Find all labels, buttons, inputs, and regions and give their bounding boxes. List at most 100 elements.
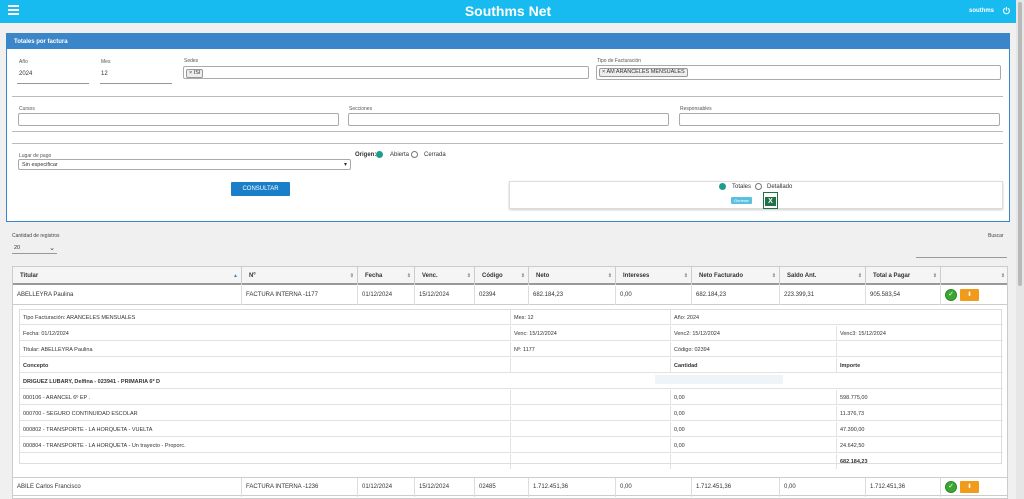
col-fecha[interactable]: Fecha ⇕: [358, 267, 415, 285]
records-label: Cantidad de registros: [12, 233, 60, 239]
search-input[interactable]: [916, 257, 1007, 258]
divider: [12, 143, 1003, 144]
col-venc[interactable]: Venc. ⇕: [415, 267, 475, 285]
mes-input[interactable]: 12: [101, 71, 108, 77]
consultar-button[interactable]: CONSULTAR: [231, 182, 290, 196]
search-label: Buscar: [988, 233, 1004, 239]
detail-total: 682.184,23: [840, 459, 868, 465]
origen-abierta-label: Abierta: [390, 152, 410, 158]
tipo-facturacion-chip[interactable]: × AM ARANCELES MENSUALES: [599, 68, 688, 77]
item-cantidad: 0,00: [671, 438, 837, 453]
detail-alumno: DRIGUEZ LUBARY, Delfina - 023941 - PRIMA…: [23, 379, 160, 385]
item-cantidad: 0,00: [671, 390, 837, 405]
item-importe: 47.390,00: [840, 427, 865, 433]
anio-underline: [17, 83, 89, 84]
responsables-select[interactable]: [679, 113, 1000, 126]
col-total-pagar[interactable]: Total a Pagar ⇕: [866, 267, 941, 285]
col-actions: ⇕: [941, 267, 1007, 285]
scrollbar-thumb[interactable]: [1018, 2, 1022, 286]
cell-titular: ABELLEYRA Paulina: [13, 286, 242, 305]
sort-icon: ⇕: [1000, 273, 1005, 279]
detail-item-row: 000802 - TRANSPORTE - LA HORQUETA - VUEL…: [20, 422, 1003, 437]
check-icon[interactable]: ✓: [945, 289, 957, 301]
detail-item-row: 000700 - SEGURO CONTINUIDAD ESCOLAR 0,00…: [20, 406, 1003, 421]
generar-button[interactable]: Generar: [731, 197, 752, 204]
col-intereses[interactable]: Intereses ⇕: [616, 267, 692, 285]
cell-saldo-ant: 0,00: [780, 478, 866, 497]
col-neto[interactable]: Neto ⇕: [529, 267, 616, 285]
mes-label: Mes: [101, 59, 111, 65]
sort-icon: ⇕: [857, 273, 862, 279]
detail-total-row: 682.184,23: [20, 454, 1003, 469]
item-concepto: 000804 - TRANSPORTE - LA HORQUETA - Un t…: [20, 438, 511, 453]
cell-titular: ABILE Carlos Francisco: [13, 478, 242, 497]
download-icon[interactable]: ⬇: [960, 289, 979, 301]
page-scrollbar[interactable]: [1016, 0, 1024, 499]
cursos-select[interactable]: [18, 113, 339, 126]
table-row[interactable]: ABILE Carlos Francisco FACTURA INTERNA -…: [13, 477, 1007, 497]
divider: [12, 131, 1003, 132]
lugar-pago-select[interactable]: Sin especificar ▾: [18, 159, 351, 170]
anio-input[interactable]: 2024: [19, 71, 32, 77]
user-name[interactable]: southms: [969, 8, 994, 14]
origen-cerrada-label: Cerrada: [424, 152, 446, 158]
sort-asc-icon: ▲: [233, 273, 238, 279]
sort-icon: ⇕: [406, 273, 411, 279]
col-codigo[interactable]: Código ⇕: [475, 267, 529, 285]
top-bar: Southms Net southms ⏻: [0, 0, 1024, 23]
secciones-select[interactable]: [348, 113, 669, 126]
detail-item-row: 000106 - ARANCEL 6º EP . 0,00 598.775,00: [20, 390, 1003, 405]
secciones-label: Secciones: [349, 106, 373, 112]
item-importe: 24.642,50: [840, 443, 865, 449]
detail-tipo: Tipo Facturación: ARANCELES MENSUALES: [20, 310, 511, 325]
download-icon[interactable]: ⬇: [960, 481, 979, 493]
detail-alumno-row: DRIGUEZ LUBARY, Delfina - 023941 - PRIMA…: [20, 374, 1003, 389]
export-detallado-label: Detallado: [767, 184, 793, 190]
export-totales-radio[interactable]: [719, 183, 726, 190]
col-saldo-ant[interactable]: Saldo Ant. ⇕: [780, 267, 866, 285]
invoices-table: Titular ▲ Nº ⇕ Fecha ⇕ Venc. ⇕ Código ⇕ Neto ⇕…: [12, 266, 1008, 499]
sort-icon: ⇕: [520, 273, 525, 279]
tipo-facturacion-label: Tipo de Facturación: [597, 58, 642, 64]
sort-icon: ⇕: [932, 273, 937, 279]
cell-fecha: 01/12/2024: [358, 286, 415, 305]
origen-cerrada-radio[interactable]: [411, 151, 418, 158]
tipo-facturacion-chip-label: AM ARANCELES MENSUALES: [606, 69, 685, 75]
sort-icon: ⇕: [466, 273, 471, 279]
col-neto-facturado[interactable]: Neto Facturado ⇕: [692, 267, 780, 285]
col-titular[interactable]: Titular ▲: [13, 267, 242, 285]
col-numero[interactable]: Nº ⇕: [242, 267, 358, 285]
detail-venc: Venc: 15/12/2024: [511, 326, 671, 341]
table-row[interactable]: ABELLEYRA Paulina FACTURA INTERNA -1177 …: [13, 286, 1007, 305]
panel-title: Totales por factura: [7, 34, 1009, 49]
divider: [12, 96, 1003, 97]
sede-chip[interactable]: × ISI: [186, 69, 204, 78]
item-importe: 11.376,73: [840, 411, 865, 417]
export-detallado-radio[interactable]: [755, 183, 762, 190]
origen-abierta-radio[interactable]: [376, 151, 383, 158]
sort-icon: ⇕: [349, 273, 354, 279]
item-concepto: 000106 - ARANCEL 6º EP .: [20, 390, 511, 405]
logout-icon[interactable]: ⏻: [1003, 6, 1010, 17]
excel-export-icon[interactable]: X: [763, 192, 778, 209]
check-icon[interactable]: ✓: [945, 481, 957, 493]
detail-row: Titular: ABELLEYRA Paulina Nº: 1177 Códi…: [20, 342, 1003, 357]
detail-codigo: Código: 02394: [671, 342, 837, 357]
sedes-label: Sedes: [184, 58, 199, 64]
cell-intereses: 0,00: [616, 478, 692, 497]
detail-h-importe: Importe: [840, 363, 861, 369]
detail-venc2: Venc2: 15/12/2024: [671, 326, 837, 341]
sedes-select[interactable]: [183, 66, 589, 79]
sort-icon: ⇕: [683, 273, 688, 279]
cell-venc: 15/12/2024: [415, 478, 475, 497]
cell-total-pagar: 1.712.451,36: [866, 478, 941, 497]
item-concepto: 000802 - TRANSPORTE - LA HORQUETA - VUEL…: [20, 422, 511, 437]
sort-icon: ⇕: [607, 273, 612, 279]
cell-numero: FACTURA INTERNA -1236: [242, 478, 358, 497]
cell-neto: 1.712.451,36: [529, 478, 616, 497]
records-select[interactable]: 20 ⌄: [12, 242, 57, 254]
export-totales-label: Totales: [732, 184, 752, 190]
cell-neto: 682.184,23: [529, 286, 616, 305]
app-title: Southms Net: [464, 3, 552, 19]
detail-row: Tipo Facturación: ARANCELES MENSUALES Me…: [20, 310, 1003, 325]
